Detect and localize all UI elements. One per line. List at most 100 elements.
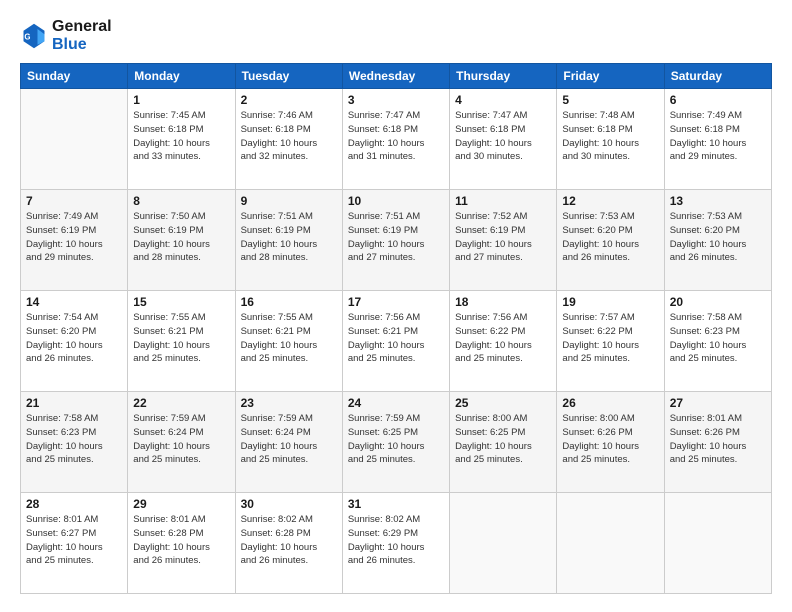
- calendar-cell: 19 Sunrise: 7:57 AM Sunset: 6:22 PM Dayli…: [557, 291, 664, 392]
- day-number: 28: [26, 497, 122, 511]
- calendar-cell: 21Sunrise: 7:58 AM Sunset: 6:23 PM Dayli…: [21, 392, 128, 493]
- day-number: 25: [455, 396, 551, 410]
- day-number: 27: [670, 396, 766, 410]
- calendar-cell: 16 Sunrise: 7:55 AM Sunset: 6:21 PM Dayli…: [235, 291, 342, 392]
- logo-icon: G: [20, 22, 48, 50]
- cell-info: Sunrise: 7:59 AM Sunset: 6:24 PM Dayligh…: [133, 412, 229, 467]
- weekday-header-thursday: Thursday: [450, 64, 557, 89]
- cell-info: Sunrise: 7:47 AM Sunset: 6:18 PM Dayligh…: [348, 109, 444, 164]
- cell-info: Sunrise: 7:53 AM Sunset: 6:20 PM Dayligh…: [670, 210, 766, 265]
- calendar-cell: 7 Sunrise: 7:49 AM Sunset: 6:19 PM Daylig…: [21, 190, 128, 291]
- calendar-cell: [664, 493, 771, 594]
- weekday-header-sunday: Sunday: [21, 64, 128, 89]
- weekday-header-wednesday: Wednesday: [342, 64, 449, 89]
- day-number: 19: [562, 295, 658, 309]
- cell-info: Sunrise: 7:52 AM Sunset: 6:19 PM Dayligh…: [455, 210, 551, 265]
- calendar-cell: 13Sunrise: 7:53 AM Sunset: 6:20 PM Dayli…: [664, 190, 771, 291]
- day-number: 9: [241, 194, 337, 208]
- cell-info: Sunrise: 7:53 AM Sunset: 6:20 PM Dayligh…: [562, 210, 658, 265]
- calendar-cell: 30 Sunrise: 8:02 AM Sunset: 6:28 PM Dayli…: [235, 493, 342, 594]
- day-number: 3: [348, 93, 444, 107]
- cell-info: Sunrise: 7:58 AM Sunset: 6:23 PM Dayligh…: [670, 311, 766, 366]
- day-number: 30: [241, 497, 337, 511]
- day-number: 7: [26, 194, 122, 208]
- calendar-cell: 20 Sunrise: 7:58 AM Sunset: 6:23 PM Dayli…: [664, 291, 771, 392]
- cell-info: Sunrise: 7:55 AM Sunset: 6:21 PM Dayligh…: [133, 311, 229, 366]
- cell-info: Sunrise: 8:00 AM Sunset: 6:26 PM Dayligh…: [562, 412, 658, 467]
- calendar-cell: 2 Sunrise: 7:46 AM Sunset: 6:18 PM Daylig…: [235, 89, 342, 190]
- logo-text: General Blue: [52, 18, 112, 53]
- cell-info: Sunrise: 7:51 AM Sunset: 6:19 PM Dayligh…: [348, 210, 444, 265]
- calendar-cell: 26 Sunrise: 8:00 AM Sunset: 6:26 PM Dayli…: [557, 392, 664, 493]
- cell-info: Sunrise: 8:01 AM Sunset: 6:27 PM Dayligh…: [26, 513, 122, 568]
- cell-info: Sunrise: 7:47 AM Sunset: 6:18 PM Dayligh…: [455, 109, 551, 164]
- day-number: 29: [133, 497, 229, 511]
- weekday-header-saturday: Saturday: [664, 64, 771, 89]
- cell-info: Sunrise: 7:59 AM Sunset: 6:24 PM Dayligh…: [241, 412, 337, 467]
- calendar-cell: 29Sunrise: 8:01 AM Sunset: 6:28 PM Dayli…: [128, 493, 235, 594]
- day-number: 31: [348, 497, 444, 511]
- day-number: 4: [455, 93, 551, 107]
- cell-info: Sunrise: 7:51 AM Sunset: 6:19 PM Dayligh…: [241, 210, 337, 265]
- day-number: 5: [562, 93, 658, 107]
- day-number: 22: [133, 396, 229, 410]
- calendar-cell: 9 Sunrise: 7:51 AM Sunset: 6:19 PM Daylig…: [235, 190, 342, 291]
- weekday-header-friday: Friday: [557, 64, 664, 89]
- cell-info: Sunrise: 7:55 AM Sunset: 6:21 PM Dayligh…: [241, 311, 337, 366]
- cell-info: Sunrise: 7:57 AM Sunset: 6:22 PM Dayligh…: [562, 311, 658, 366]
- calendar-cell: [557, 493, 664, 594]
- day-number: 2: [241, 93, 337, 107]
- day-number: 16: [241, 295, 337, 309]
- weekday-header-monday: Monday: [128, 64, 235, 89]
- day-number: 26: [562, 396, 658, 410]
- calendar-cell: 18 Sunrise: 7:56 AM Sunset: 6:22 PM Dayli…: [450, 291, 557, 392]
- calendar-cell: 10Sunrise: 7:51 AM Sunset: 6:19 PM Dayli…: [342, 190, 449, 291]
- calendar-cell: 31 Sunrise: 8:02 AM Sunset: 6:29 PM Dayli…: [342, 493, 449, 594]
- day-number: 23: [241, 396, 337, 410]
- calendar-cell: 1 Sunrise: 7:45 AM Sunset: 6:18 PM Daylig…: [128, 89, 235, 190]
- calendar-cell: 22 Sunrise: 7:59 AM Sunset: 6:24 PM Dayli…: [128, 392, 235, 493]
- calendar-table: SundayMondayTuesdayWednesdayThursdayFrid…: [20, 63, 772, 594]
- day-number: 20: [670, 295, 766, 309]
- calendar-cell: 5 Sunrise: 7:48 AM Sunset: 6:18 PM Daylig…: [557, 89, 664, 190]
- cell-info: Sunrise: 7:59 AM Sunset: 6:25 PM Dayligh…: [348, 412, 444, 467]
- cell-info: Sunrise: 7:56 AM Sunset: 6:21 PM Dayligh…: [348, 311, 444, 366]
- cell-info: Sunrise: 7:45 AM Sunset: 6:18 PM Dayligh…: [133, 109, 229, 164]
- cell-info: Sunrise: 8:02 AM Sunset: 6:29 PM Dayligh…: [348, 513, 444, 568]
- day-number: 1: [133, 93, 229, 107]
- header: G General Blue: [20, 18, 772, 53]
- day-number: 21: [26, 396, 122, 410]
- cell-info: Sunrise: 7:54 AM Sunset: 6:20 PM Dayligh…: [26, 311, 122, 366]
- day-number: 18: [455, 295, 551, 309]
- day-number: 11: [455, 194, 551, 208]
- page: G General Blue SundayMondayTuesdayWednes…: [0, 0, 792, 612]
- day-number: 24: [348, 396, 444, 410]
- cell-info: Sunrise: 7:49 AM Sunset: 6:19 PM Dayligh…: [26, 210, 122, 265]
- cell-info: Sunrise: 8:01 AM Sunset: 6:26 PM Dayligh…: [670, 412, 766, 467]
- cell-info: Sunrise: 7:49 AM Sunset: 6:18 PM Dayligh…: [670, 109, 766, 164]
- day-number: 8: [133, 194, 229, 208]
- day-number: 12: [562, 194, 658, 208]
- calendar-cell: 4 Sunrise: 7:47 AM Sunset: 6:18 PM Daylig…: [450, 89, 557, 190]
- weekday-header-tuesday: Tuesday: [235, 64, 342, 89]
- cell-info: Sunrise: 7:46 AM Sunset: 6:18 PM Dayligh…: [241, 109, 337, 164]
- calendar-cell: 23 Sunrise: 7:59 AM Sunset: 6:24 PM Dayli…: [235, 392, 342, 493]
- calendar-cell: 15 Sunrise: 7:55 AM Sunset: 6:21 PM Dayli…: [128, 291, 235, 392]
- calendar-cell: 3 Sunrise: 7:47 AM Sunset: 6:18 PM Daylig…: [342, 89, 449, 190]
- calendar-cell: 27 Sunrise: 8:01 AM Sunset: 6:26 PM Dayli…: [664, 392, 771, 493]
- day-number: 6: [670, 93, 766, 107]
- day-number: 17: [348, 295, 444, 309]
- calendar-cell: 6 Sunrise: 7:49 AM Sunset: 6:18 PM Daylig…: [664, 89, 771, 190]
- calendar-cell: 25 Sunrise: 8:00 AM Sunset: 6:25 PM Dayli…: [450, 392, 557, 493]
- calendar-cell: 24 Sunrise: 7:59 AM Sunset: 6:25 PM Dayli…: [342, 392, 449, 493]
- logo: G General Blue: [20, 18, 112, 53]
- cell-info: Sunrise: 8:00 AM Sunset: 6:25 PM Dayligh…: [455, 412, 551, 467]
- calendar-cell: [21, 89, 128, 190]
- day-number: 15: [133, 295, 229, 309]
- calendar-cell: 11 Sunrise: 7:52 AM Sunset: 6:19 PM Dayli…: [450, 190, 557, 291]
- calendar-cell: 28 Sunrise: 8:01 AM Sunset: 6:27 PM Dayli…: [21, 493, 128, 594]
- cell-info: Sunrise: 7:56 AM Sunset: 6:22 PM Dayligh…: [455, 311, 551, 366]
- calendar-cell: 12 Sunrise: 7:53 AM Sunset: 6:20 PM Dayli…: [557, 190, 664, 291]
- cell-info: Sunrise: 7:48 AM Sunset: 6:18 PM Dayligh…: [562, 109, 658, 164]
- cell-info: Sunrise: 8:02 AM Sunset: 6:28 PM Dayligh…: [241, 513, 337, 568]
